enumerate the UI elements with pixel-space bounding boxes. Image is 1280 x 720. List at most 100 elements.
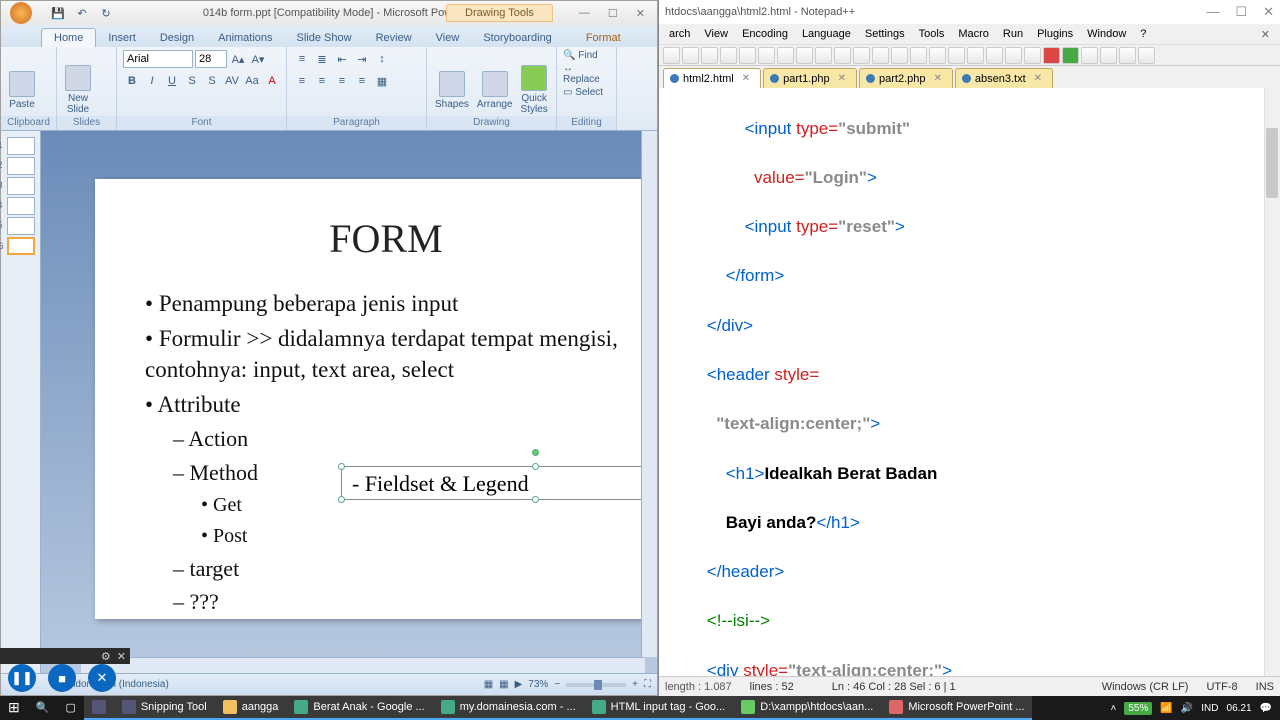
taskbar-app[interactable]: Microsoft PowerPoint ...	[881, 696, 1032, 720]
bullets-icon[interactable]: ≡	[293, 50, 311, 68]
columns-icon[interactable]: ▦	[373, 72, 391, 90]
tbtn[interactable]	[720, 47, 737, 64]
thumb-1[interactable]: 1	[7, 137, 35, 155]
tbtn[interactable]	[1062, 47, 1079, 64]
taskbar-app[interactable]: Snipping Tool	[114, 696, 215, 720]
selected-textbox[interactable]: - Fieldset & Legend	[341, 466, 657, 500]
font-name-input[interactable]	[123, 50, 193, 68]
tbtn[interactable]	[1138, 47, 1155, 64]
tbtn[interactable]	[1100, 47, 1117, 64]
tab-slideshow[interactable]: Slide Show	[285, 29, 364, 47]
rec-close-icon[interactable]: ✕	[117, 650, 126, 663]
tbtn[interactable]	[1005, 47, 1022, 64]
case-icon[interactable]: Aa	[243, 72, 261, 90]
office-button[interactable]	[1, 1, 41, 25]
file-tab[interactable]: html2.html✕	[663, 68, 761, 88]
font-size-input[interactable]	[195, 50, 227, 68]
tbtn[interactable]	[758, 47, 775, 64]
tray-up-icon[interactable]: ˄	[1111, 703, 1117, 714]
tab-animations[interactable]: Animations	[206, 29, 284, 47]
tbtn[interactable]	[1119, 47, 1136, 64]
tbtn[interactable]	[739, 47, 756, 64]
wifi-icon[interactable]: 📶	[1160, 703, 1172, 714]
paste-button[interactable]: Paste	[7, 69, 37, 112]
menu-encoding[interactable]: Encoding	[736, 26, 794, 42]
tbtn[interactable]	[929, 47, 946, 64]
thumb-5[interactable]: 5	[7, 217, 35, 235]
shrink-font-icon[interactable]: A▾	[249, 50, 267, 68]
menu-help[interactable]: ?	[1134, 26, 1152, 42]
bold-icon[interactable]: B	[123, 72, 141, 90]
thumb-3[interactable]: 3	[7, 177, 35, 195]
battery-icon[interactable]: 55%	[1124, 702, 1152, 715]
file-tab[interactable]: part1.php✕	[763, 68, 857, 88]
clock[interactable]: 06.21	[1227, 703, 1252, 714]
tab-close-icon[interactable]: ✕	[838, 73, 846, 84]
tab-home[interactable]: Home	[41, 28, 96, 47]
tab-close-icon[interactable]: ✕	[934, 73, 942, 84]
tab-close-icon[interactable]: ✕	[742, 73, 750, 84]
tab-design[interactable]: Design	[148, 29, 206, 47]
tbtn[interactable]	[853, 47, 870, 64]
taskbar-app[interactable]: my.domainesia.com - ...	[433, 696, 584, 720]
tab-insert[interactable]: Insert	[96, 29, 148, 47]
replace-button[interactable]: ↔ Replace	[563, 63, 610, 85]
italic-icon[interactable]: I	[143, 72, 161, 90]
menu-view[interactable]: View	[698, 26, 734, 42]
tbtn[interactable]	[948, 47, 965, 64]
save-icon[interactable]: 💾	[49, 4, 67, 22]
tab-format[interactable]: Format	[574, 29, 633, 47]
line-spacing-icon[interactable]: ↕	[373, 50, 391, 68]
volume-icon[interactable]: 🔊	[1181, 703, 1193, 714]
strike-icon[interactable]: S	[183, 72, 201, 90]
gear-icon[interactable]: ⚙	[101, 650, 111, 663]
tbtn[interactable]	[777, 47, 794, 64]
spacing-icon[interactable]: AV	[223, 72, 241, 90]
shapes-button[interactable]: Shapes	[433, 69, 471, 112]
tab-review[interactable]: Review	[364, 29, 424, 47]
context-tab-drawing-tools[interactable]: Drawing Tools	[446, 4, 553, 22]
menu-plugins[interactable]: Plugins	[1031, 26, 1079, 42]
code-editor[interactable]: <input type="submit" value="Login"> <inp…	[659, 88, 1280, 676]
tbtn[interactable]	[815, 47, 832, 64]
minimize-icon[interactable]: ―	[1206, 4, 1219, 20]
grow-font-icon[interactable]: A▴	[229, 50, 247, 68]
thumb-4[interactable]: 4	[7, 197, 35, 215]
align-right-icon[interactable]: ≡	[333, 72, 351, 90]
tbtn[interactable]	[1081, 47, 1098, 64]
search-button[interactable]: 🔍	[28, 696, 58, 720]
start-button[interactable]: ⊞	[0, 696, 28, 720]
tbtn[interactable]	[1024, 47, 1041, 64]
tbtn[interactable]	[834, 47, 851, 64]
notifications-icon[interactable]: 💬	[1260, 703, 1272, 714]
file-tab[interactable]: part2.php✕	[859, 68, 953, 88]
find-button[interactable]: 🔍 Find	[563, 50, 598, 61]
menu-search[interactable]: arch	[663, 26, 696, 42]
font-color-icon[interactable]: A	[263, 72, 281, 90]
tab-close-icon[interactable]: ✕	[1034, 73, 1042, 84]
inc-indent-icon[interactable]: ⇥	[353, 50, 371, 68]
tab-storyboarding[interactable]: Storyboarding	[471, 29, 564, 47]
menu-settings[interactable]: Settings	[859, 26, 911, 42]
close-icon[interactable]: ✕	[1263, 4, 1274, 20]
underline-icon[interactable]: U	[163, 72, 181, 90]
menu-tools[interactable]: Tools	[913, 26, 951, 42]
quick-styles-button[interactable]: Quick Styles	[519, 63, 550, 117]
maximize-icon[interactable]: ☐	[1235, 4, 1247, 20]
shadow-icon[interactable]: S	[203, 72, 221, 90]
new-slide-button[interactable]: New Slide	[63, 63, 93, 117]
task-view-button[interactable]: ▢	[57, 696, 83, 720]
select-button[interactable]: ▭ Select	[563, 87, 603, 98]
taskbar-app[interactable]: aangga	[215, 696, 287, 720]
minimize-icon[interactable]: ―	[579, 7, 590, 20]
menu-language[interactable]: Language	[796, 26, 857, 42]
menu-macro[interactable]: Macro	[952, 26, 995, 42]
close-doc-icon[interactable]: ✕	[1255, 28, 1276, 41]
tbtn[interactable]	[701, 47, 718, 64]
align-center-icon[interactable]: ≡	[313, 72, 331, 90]
menu-run[interactable]: Run	[997, 26, 1029, 42]
lang-indicator[interactable]: IND	[1201, 703, 1218, 714]
tbtn[interactable]	[986, 47, 1003, 64]
pause-button[interactable]: ❚❚	[8, 664, 36, 692]
tbtn[interactable]	[1043, 47, 1060, 64]
